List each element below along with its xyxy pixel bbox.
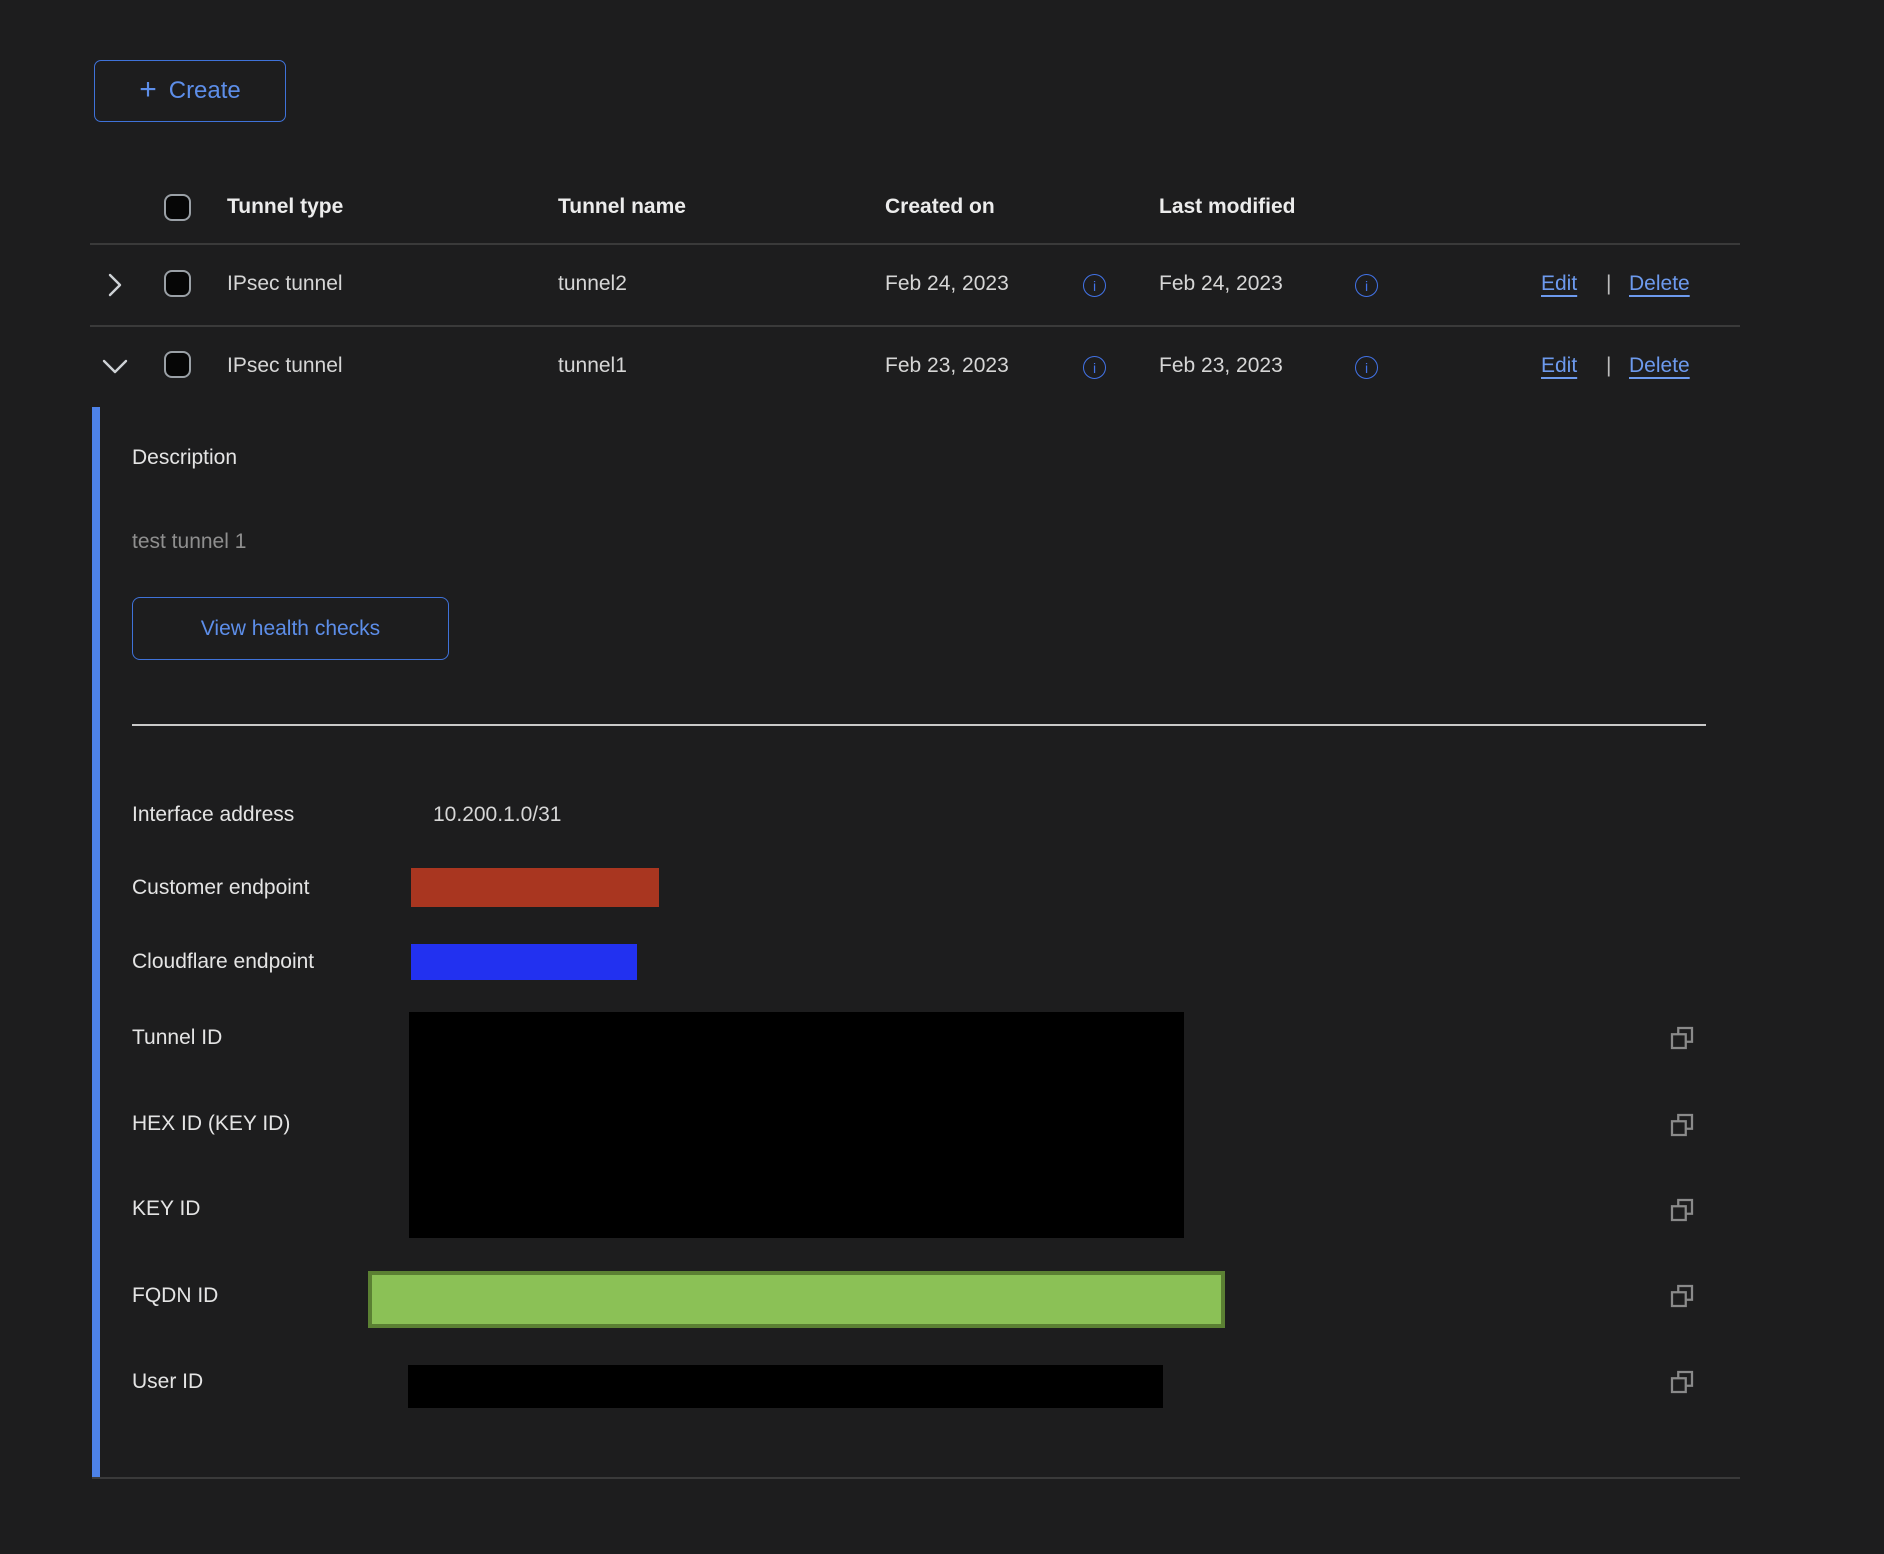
- user-id-redaction: [408, 1365, 1163, 1408]
- plus-icon: +: [139, 75, 157, 105]
- info-icon[interactable]: i: [1083, 356, 1106, 379]
- description-label: Description: [132, 446, 237, 470]
- user-id-label: User ID: [132, 1370, 203, 1394]
- create-button-label: Create: [169, 77, 241, 105]
- interface-address-label: Interface address: [132, 803, 294, 827]
- created-on-cell: Feb 23, 2023: [885, 354, 1009, 378]
- create-button[interactable]: + Create: [94, 60, 286, 122]
- last-modified-cell: Feb 23, 2023: [1159, 354, 1283, 378]
- row-checkbox[interactable]: [164, 270, 191, 297]
- cloudflare-endpoint-redaction: [411, 944, 637, 980]
- cloudflare-endpoint-label: Cloudflare endpoint: [132, 950, 314, 974]
- ids-redaction-block: [409, 1012, 1184, 1238]
- tunnel-id-label: Tunnel ID: [132, 1026, 222, 1050]
- header-divider: [90, 243, 1740, 245]
- row-checkbox[interactable]: [164, 351, 191, 378]
- copy-icon[interactable]: [1667, 1195, 1697, 1225]
- row-divider: [90, 325, 1740, 327]
- copy-icon[interactable]: [1667, 1367, 1697, 1397]
- key-id-label: KEY ID: [132, 1197, 200, 1221]
- fqdn-id-label: FQDN ID: [132, 1284, 218, 1308]
- copy-icon[interactable]: [1667, 1023, 1697, 1053]
- copy-icon[interactable]: [1667, 1110, 1697, 1140]
- edit-link[interactable]: Edit: [1541, 272, 1577, 296]
- expanded-row-bottom-divider: [92, 1477, 1740, 1479]
- info-icon[interactable]: i: [1355, 356, 1378, 379]
- last-modified-cell: Feb 24, 2023: [1159, 272, 1283, 296]
- column-header-tunnel-type: Tunnel type: [227, 195, 343, 219]
- action-separator: |: [1606, 272, 1611, 296]
- info-icon[interactable]: i: [1083, 274, 1106, 297]
- edit-link[interactable]: Edit: [1541, 354, 1577, 378]
- fqdn-id-redaction: [368, 1271, 1225, 1328]
- tunnels-page: + Create Tunnel type Tunnel name Created…: [0, 0, 1884, 1554]
- tunnel-name-cell: tunnel1: [558, 354, 627, 378]
- created-on-cell: Feb 24, 2023: [885, 272, 1009, 296]
- tunnel-type-cell: IPsec tunnel: [227, 272, 343, 296]
- info-icon[interactable]: i: [1355, 274, 1378, 297]
- row-expand-chevron-right-icon[interactable]: [104, 272, 126, 303]
- row-collapse-chevron-down-icon[interactable]: [101, 356, 129, 383]
- select-all-checkbox[interactable]: [164, 194, 191, 221]
- expanded-row-accent-bar: [92, 407, 100, 1478]
- customer-endpoint-redaction: [411, 868, 659, 907]
- column-header-tunnel-name: Tunnel name: [558, 195, 686, 219]
- description-value: test tunnel 1: [132, 530, 246, 554]
- tunnel-name-cell: tunnel2: [558, 272, 627, 296]
- interface-address-value: 10.200.1.0/31: [433, 803, 561, 827]
- delete-link[interactable]: Delete: [1629, 272, 1690, 296]
- tunnel-type-cell: IPsec tunnel: [227, 354, 343, 378]
- panel-divider: [132, 724, 1706, 726]
- copy-icon[interactable]: [1667, 1281, 1697, 1311]
- customer-endpoint-label: Customer endpoint: [132, 876, 309, 900]
- view-health-checks-button[interactable]: View health checks: [132, 597, 449, 660]
- column-header-created-on: Created on: [885, 195, 995, 219]
- column-header-last-modified: Last modified: [1159, 195, 1296, 219]
- action-separator: |: [1606, 354, 1611, 378]
- delete-link[interactable]: Delete: [1629, 354, 1690, 378]
- hex-id-label: HEX ID (KEY ID): [132, 1112, 290, 1136]
